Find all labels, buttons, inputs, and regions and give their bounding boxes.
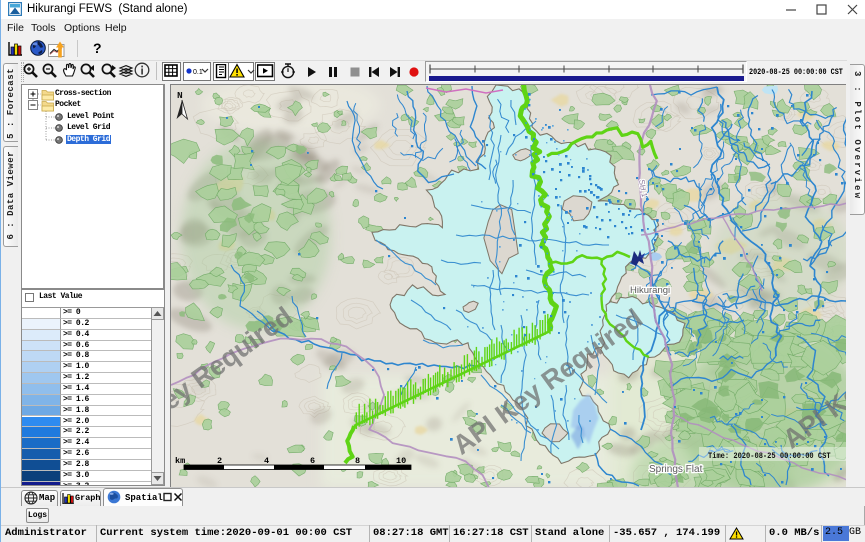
svg-text:8: 8: [355, 456, 360, 466]
svg-text:Hikurangi: Hikurangi: [630, 285, 670, 296]
svg-text:2: 2: [217, 456, 222, 466]
svg-text:4: 4: [264, 456, 269, 466]
svg-text:0.1: 0.1: [193, 69, 203, 76]
svg-text:6: 6: [310, 456, 315, 466]
svg-text:N: N: [177, 90, 183, 101]
svg-text:Time: 2020-08-25 00:00:00 CST: Time: 2020-08-25 00:00:00 CST: [708, 451, 831, 461]
svg-text:10: 10: [396, 456, 406, 466]
svg-text:Springs Flat: Springs Flat: [649, 464, 703, 475]
svg-text:km: km: [175, 456, 185, 466]
